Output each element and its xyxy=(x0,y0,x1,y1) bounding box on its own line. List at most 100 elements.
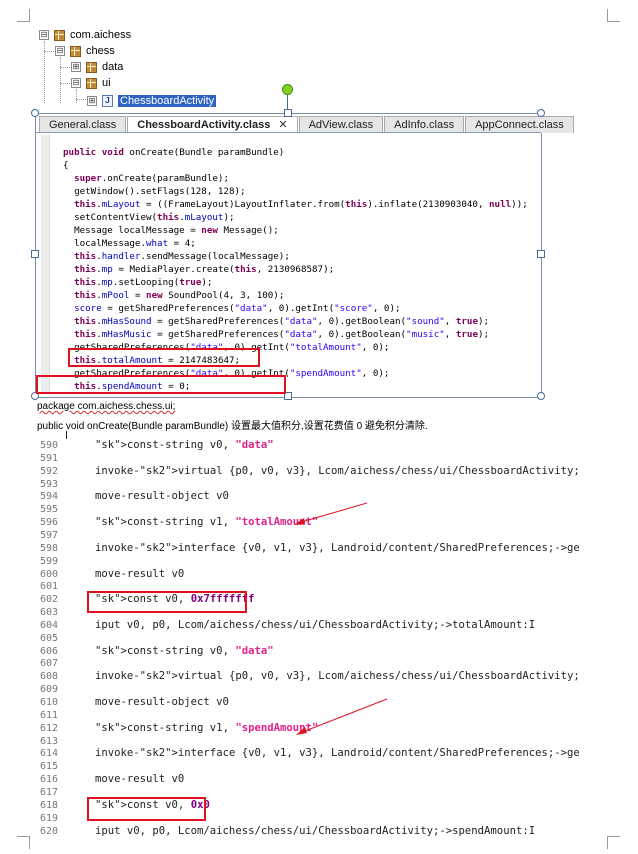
java-code-line: { xyxy=(63,160,69,171)
tab-chessboardactivity[interactable]: ChessboardActivity.class ✕ xyxy=(127,116,298,133)
tree-item-label: data xyxy=(102,61,124,73)
line-number: 599 xyxy=(39,555,58,567)
tree-item-com-aichess[interactable]: ⊟ com.aichess xyxy=(39,27,131,43)
arrow-head xyxy=(296,727,307,735)
line-number: 596 xyxy=(39,517,58,529)
smali-code: "sk">const-string v1, "spendAmount" xyxy=(95,721,319,734)
line-number: 611 xyxy=(39,709,58,721)
smali-code: iput v0, p0, Lcom/aichess/chess/ui/Chess… xyxy=(95,824,536,837)
tree-item-data[interactable]: ⊞ data xyxy=(71,59,123,75)
highlight-box-spend-amount xyxy=(36,375,286,394)
resize-handle[interactable] xyxy=(31,109,39,117)
line-number: 603 xyxy=(39,607,58,619)
resize-handle[interactable] xyxy=(284,109,292,117)
package-icon xyxy=(86,77,97,89)
smali-code: invoke-"sk2">virtual {p0, v0, v3}, Lcom/… xyxy=(95,670,580,683)
highlight-box-total-amount xyxy=(68,348,260,367)
java-code-line: localMessage.what = 4; xyxy=(63,238,196,249)
line-number: 610 xyxy=(39,697,58,708)
tab-general[interactable]: General.class xyxy=(39,116,127,133)
collapse-icon[interactable]: ⊟ xyxy=(71,78,81,88)
rotation-handle[interactable] xyxy=(282,84,293,95)
resize-handle[interactable] xyxy=(537,392,545,400)
smali-code: "sk">const-string v1, "totalAmount" xyxy=(95,516,319,529)
resize-handle[interactable] xyxy=(31,250,39,258)
arrow-head xyxy=(294,518,305,525)
close-icon[interactable]: ✕ xyxy=(278,119,287,131)
tree-item-ui[interactable]: ⊟ ui xyxy=(71,75,111,91)
java-code-line: this.mp.setLooping(true); xyxy=(74,277,213,288)
line-number: 617 xyxy=(39,786,58,798)
line-number: 597 xyxy=(39,529,58,541)
line-number: 612 xyxy=(39,722,58,734)
arrow-to-totalamount xyxy=(294,502,368,525)
line-number: 595 xyxy=(39,504,58,516)
arrow-line xyxy=(299,698,388,734)
line-number: 608 xyxy=(39,671,58,683)
page-corner-mark xyxy=(17,836,30,849)
package-text: package com.aichess.chess.ui; xyxy=(37,401,176,412)
line-number: 593 xyxy=(39,478,58,490)
line-number: 600 xyxy=(39,568,58,580)
line-number: 592 xyxy=(39,465,58,477)
highlight-box-zero-value xyxy=(87,797,206,821)
line-number: 613 xyxy=(39,735,58,747)
tree-item-label: ui xyxy=(102,77,111,89)
tab-label: ChessboardActivity.class xyxy=(137,119,271,131)
tab-appconnect[interactable]: AppConnect.class xyxy=(465,116,574,133)
java-code-line: super.onCreate(paramBundle); xyxy=(74,173,229,184)
line-number: 607 xyxy=(39,658,58,670)
smali-code: invoke-"sk2">interface {v0, v1, v3}, Lan… xyxy=(95,747,580,760)
line-number: 602 xyxy=(39,594,58,606)
line-number: 609 xyxy=(39,684,58,696)
line-number: 619 xyxy=(39,812,58,824)
page-corner-mark xyxy=(17,9,30,22)
java-code-line: setContentView(this.mLayout); xyxy=(63,212,235,223)
line-number: 614 xyxy=(39,748,58,760)
expand-icon[interactable]: ⊞ xyxy=(71,62,81,72)
tab-adinfo[interactable]: AdInfo.class xyxy=(384,116,465,133)
line-number: 598 xyxy=(39,542,58,554)
java-file-icon: J xyxy=(102,95,113,107)
arrow-line xyxy=(297,502,368,524)
line-number: 590 xyxy=(39,440,58,451)
tab-label: General.class xyxy=(49,119,117,131)
resize-handle[interactable] xyxy=(537,250,545,258)
tab-adview[interactable]: AdView.class xyxy=(298,116,384,133)
line-number: 605 xyxy=(39,632,58,644)
line-number: 594 xyxy=(39,491,58,503)
line-number: 591 xyxy=(39,452,58,464)
java-code-line: score = getSharedPreferences("data", 0).… xyxy=(74,303,401,314)
expand-icon[interactable]: ⊞ xyxy=(87,96,97,106)
method-description: public void onCreate(Bundle paramBundle)… xyxy=(37,417,428,432)
java-code-line: getWindow().setFlags(128, 128); xyxy=(63,186,246,197)
collapse-icon[interactable]: ⊟ xyxy=(55,46,65,56)
java-code-line: Message localMessage = new Message(); xyxy=(63,225,279,236)
java-code-line: public void onCreate(Bundle paramBundle) xyxy=(63,147,285,158)
collapse-icon[interactable]: ⊟ xyxy=(39,30,49,40)
package-icon xyxy=(54,29,65,41)
tab-label: AdInfo.class xyxy=(394,119,455,131)
java-code-line: this.handler.sendMessage(localMessage); xyxy=(74,251,290,262)
tree-item-chessboardactivity[interactable]: ⊞ J ChessboardActivity xyxy=(87,93,217,109)
smali-code: iput v0, p0, Lcom/aichess/chess/ui/Chess… xyxy=(95,618,536,631)
package-line: package com.aichess.chess.ui; xyxy=(37,401,175,412)
resize-handle[interactable] xyxy=(537,109,545,117)
smali-code: move-result v0 xyxy=(95,773,185,786)
highlight-box-max-value xyxy=(87,591,247,613)
arrow-to-spendamount xyxy=(296,698,388,735)
smali-listing: 590 "sk">const-string v0, "data" 591 592 inv… xyxy=(36,431,580,841)
java-code-line: this.mHasSound = getSharedPreferences("d… xyxy=(74,316,490,327)
java-code-line: this.mPool = new SoundPool(4, 3, 100); xyxy=(74,290,285,301)
smali-code: move-result-object v0 xyxy=(95,696,229,708)
java-code-line: this.mp = MediaPlayer.create(this, 21309… xyxy=(74,264,335,275)
smali-code: move-result v0 xyxy=(95,567,185,580)
tree-item-label: chess xyxy=(86,45,115,57)
line-number: 618 xyxy=(39,799,58,811)
line-number: 615 xyxy=(39,761,58,773)
package-icon xyxy=(70,45,81,57)
smali-code: "sk">const-string v0, "data" xyxy=(95,644,274,657)
java-code-line: this.mHasMusic = getSharedPreferences("d… xyxy=(74,329,490,340)
line-number: 616 xyxy=(39,774,58,786)
tree-item-chess[interactable]: ⊟ chess xyxy=(55,43,115,59)
